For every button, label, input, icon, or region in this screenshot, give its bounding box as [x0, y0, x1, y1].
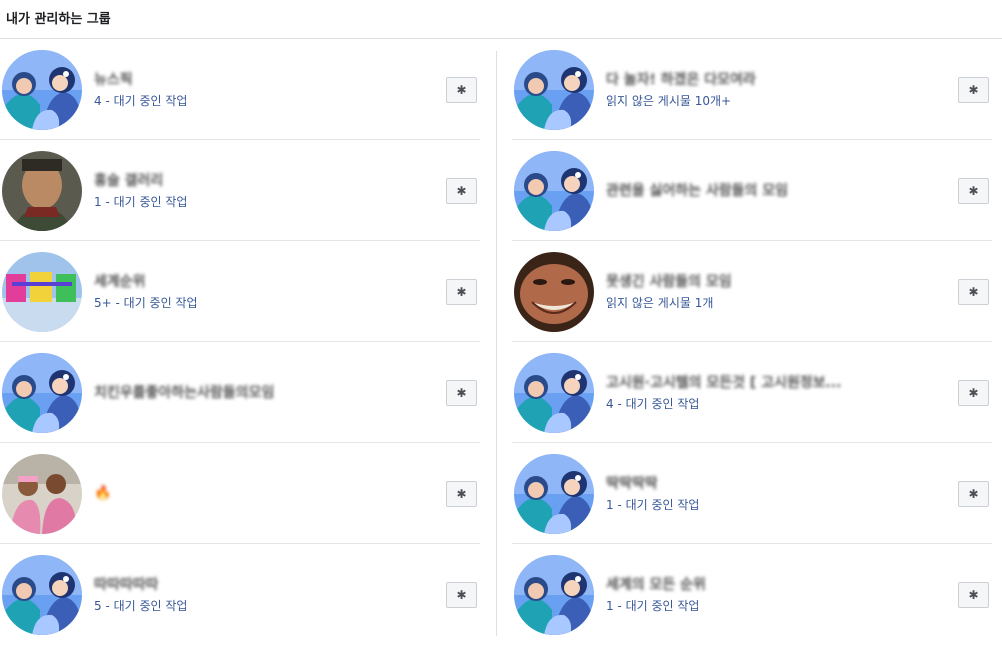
- group-settings-button[interactable]: ✱: [958, 582, 989, 608]
- group-avatar[interactable]: [2, 353, 82, 433]
- page-title-text: 내가 관리하는 그룹: [6, 12, 111, 27]
- group-info: 치킨우를좋아하는사람들의모임: [94, 342, 274, 442]
- group-settings-button[interactable]: ✱: [958, 380, 989, 406]
- group-avatar[interactable]: [514, 454, 594, 534]
- group-row: 🔥 ✱: [0, 443, 480, 544]
- group-row: 따따따따따 5 - 대기 중인 작업 ✱: [0, 544, 480, 645]
- group-settings-button[interactable]: ✱: [446, 77, 477, 103]
- group-name-link[interactable]: 관련을 싫어하는 사람들의 모임: [606, 180, 788, 200]
- gear-icon: ✱: [968, 83, 979, 97]
- group-row: 고시원·고시텔의 모든것 [ 고시원정보... 4 - 대기 중인 작업 ✱: [512, 342, 992, 443]
- group-name-link[interactable]: 홍술 갤러리: [94, 170, 187, 190]
- group-row: 못생긴 사람들의 모임읽지 않은 게시물 1개 ✱: [512, 241, 992, 342]
- group-info: 🔥: [94, 443, 111, 543]
- group-settings-button[interactable]: ✱: [446, 279, 477, 305]
- groups-grid: 뉴스픽 4 - 대기 중인 작업 ✱ 홍술 갤러리 1 - 대기 중인 작업 ✱ 세계순위 5…: [0, 39, 1002, 643]
- group-name-link[interactable]: 세계순위: [94, 271, 198, 291]
- group-status[interactable]: 읽지 않은 게시물 1개: [606, 294, 732, 311]
- gear-icon: ✱: [968, 386, 979, 400]
- group-row: 세계의 모든 순위 1 - 대기 중인 작업 ✱: [512, 544, 992, 645]
- group-status[interactable]: 4 - 대기 중인 작업: [606, 395, 842, 412]
- group-name-link[interactable]: 뉴스픽: [94, 69, 187, 89]
- group-status[interactable]: 읽지 않은 게시물 10개+: [606, 92, 756, 109]
- group-status[interactable]: 5+ - 대기 중인 작업: [94, 294, 198, 311]
- column-divider: [496, 51, 497, 636]
- group-avatar[interactable]: [514, 151, 594, 231]
- group-info: 못생긴 사람들의 모임읽지 않은 게시물 1개: [606, 241, 732, 341]
- page-title: 내가 관리하는 그룹: [0, 0, 1002, 39]
- group-status[interactable]: 5 - 대기 중인 작업: [94, 597, 187, 614]
- group-row: 다 놀자! 하겠은 다모여라읽지 않은 게시물 10개+ ✱: [512, 39, 992, 140]
- group-status[interactable]: 1 - 대기 중인 작업: [606, 496, 699, 513]
- group-info: 고시원·고시텔의 모든것 [ 고시원정보... 4 - 대기 중인 작업: [606, 342, 842, 442]
- gear-icon: ✱: [456, 184, 467, 198]
- group-name-link[interactable]: 따따따따따: [94, 574, 187, 594]
- group-row: 홍술 갤러리 1 - 대기 중인 작업 ✱: [0, 140, 480, 241]
- group-avatar[interactable]: [2, 555, 82, 635]
- group-name-link[interactable]: 세계의 모든 순위: [606, 574, 706, 594]
- group-settings-button[interactable]: ✱: [446, 481, 477, 507]
- group-status[interactable]: 4 - 대기 중인 작업: [94, 92, 187, 109]
- gear-icon: ✱: [968, 285, 979, 299]
- group-avatar[interactable]: [2, 50, 82, 130]
- group-status[interactable]: 1 - 대기 중인 작업: [94, 193, 187, 210]
- gear-icon: ✱: [968, 184, 979, 198]
- group-row: 뉴스픽 4 - 대기 중인 작업 ✱: [0, 39, 480, 140]
- group-info: 관련을 싫어하는 사람들의 모임: [606, 140, 788, 240]
- group-name-link[interactable]: 딱딱딱딱: [606, 473, 699, 493]
- gear-icon: ✱: [456, 83, 467, 97]
- group-info: 뉴스픽 4 - 대기 중인 작업: [94, 39, 187, 139]
- group-avatar[interactable]: [2, 151, 82, 231]
- group-avatar[interactable]: [2, 454, 82, 534]
- groups-column-left: 뉴스픽 4 - 대기 중인 작업 ✱ 홍술 갤러리 1 - 대기 중인 작업 ✱ 세계순위 5…: [0, 39, 480, 645]
- group-avatar[interactable]: [514, 50, 594, 130]
- group-row: 관련을 싫어하는 사람들의 모임 ✱: [512, 140, 992, 241]
- group-settings-button[interactable]: ✱: [958, 178, 989, 204]
- group-status[interactable]: 1 - 대기 중인 작업: [606, 597, 706, 614]
- group-settings-button[interactable]: ✱: [958, 279, 989, 305]
- group-row: 치킨우를좋아하는사람들의모임 ✱: [0, 342, 480, 443]
- group-settings-button[interactable]: ✱: [446, 380, 477, 406]
- gear-icon: ✱: [456, 588, 467, 602]
- group-info: 세계의 모든 순위 1 - 대기 중인 작업: [606, 544, 706, 644]
- group-info: 딱딱딱딱 1 - 대기 중인 작업: [606, 443, 699, 543]
- group-info: 홍술 갤러리 1 - 대기 중인 작업: [94, 140, 187, 240]
- gear-icon: ✱: [456, 386, 467, 400]
- group-settings-button[interactable]: ✱: [958, 481, 989, 507]
- group-name-link[interactable]: 다 놀자! 하겠은 다모여라: [606, 69, 756, 89]
- group-name-link[interactable]: 고시원·고시텔의 모든것 [ 고시원정보...: [606, 372, 842, 392]
- group-settings-button[interactable]: ✱: [958, 77, 989, 103]
- group-avatar[interactable]: [514, 555, 594, 635]
- group-name-link[interactable]: 못생긴 사람들의 모임: [606, 271, 732, 291]
- group-settings-button[interactable]: ✱: [446, 178, 477, 204]
- group-name-link[interactable]: 치킨우를좋아하는사람들의모임: [94, 382, 274, 402]
- gear-icon: ✱: [456, 487, 467, 501]
- gear-icon: ✱: [968, 487, 979, 501]
- groups-column-right: 다 놀자! 하겠은 다모여라 읽지 않은 게시물 10개+ ✱ 관련을 싫어하는 사람…: [512, 39, 992, 645]
- group-settings-button[interactable]: ✱: [446, 582, 477, 608]
- gear-icon: ✱: [456, 285, 467, 299]
- group-name-link[interactable]: 🔥: [94, 485, 111, 501]
- group-avatar[interactable]: [514, 252, 594, 332]
- group-row: 딱딱딱딱 1 - 대기 중인 작업 ✱: [512, 443, 992, 544]
- group-info: 세계순위 5+ - 대기 중인 작업: [94, 241, 198, 341]
- group-info: 따따따따따 5 - 대기 중인 작업: [94, 544, 187, 644]
- group-avatar[interactable]: [514, 353, 594, 433]
- gear-icon: ✱: [968, 588, 979, 602]
- group-row: 세계순위 5+ - 대기 중인 작업 ✱: [0, 241, 480, 342]
- group-info: 다 놀자! 하겠은 다모여라읽지 않은 게시물 10개+: [606, 39, 756, 139]
- group-avatar[interactable]: [2, 252, 82, 332]
